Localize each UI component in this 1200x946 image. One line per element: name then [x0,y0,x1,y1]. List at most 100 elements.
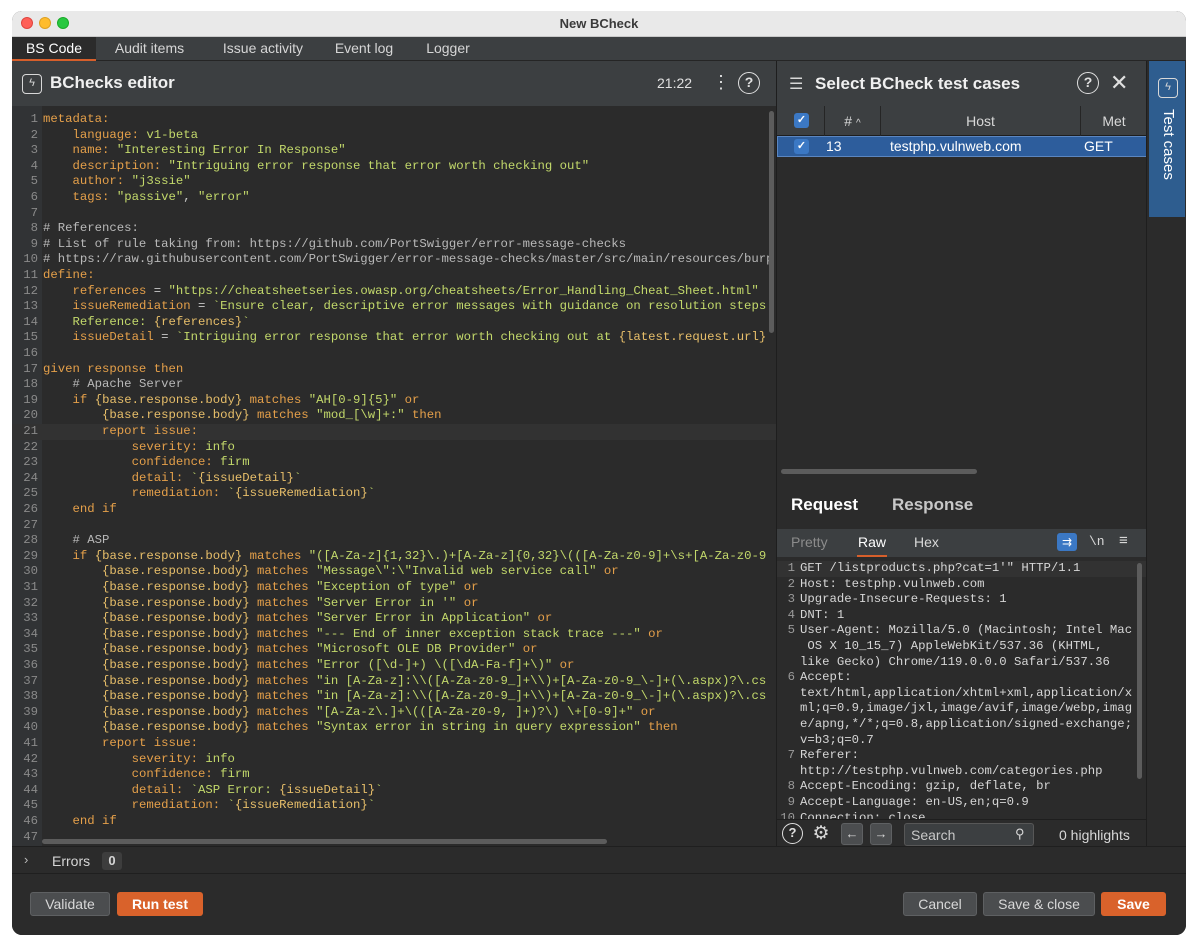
table-row[interactable]: ✓ 13 testphp.vulnweb.com GET [777,136,1147,157]
help-icon[interactable]: ? [782,823,803,844]
code-line: 36 {base.response.body} matches "Error (… [12,658,776,674]
request-line-text: text/html,application/xhtml+xml,applicat… [800,685,1133,700]
newline-toggle[interactable]: \n [1089,534,1105,549]
request-editor[interactable]: 1 GET /listproducts.php?cat=1'" HTTP/1.1 2… [777,557,1147,819]
code-editor[interactable]: 1 metadata: 2 language: v1-beta 3 name: "In… [12,106,776,846]
row-method: GET [1084,138,1113,154]
editor-horizontal-scrollbar[interactable] [42,839,607,844]
code-line: 12 references = "https://cheatsheetserie… [12,284,776,300]
tab-logger[interactable]: Logger [418,37,478,61]
code-line: 5 author: "j3ssie" [12,174,776,190]
select-all-checkbox[interactable]: ✓ [794,113,809,128]
request-line: http://testphp.vulnweb.com/categories.ph… [777,764,1147,780]
editor-vertical-scrollbar[interactable] [769,111,774,333]
code-text: {base.response.body} matches "in [A-Za-z… [102,689,767,704]
tab-bs-code[interactable]: BS Code [12,37,96,61]
request-line-number: 3 [787,592,795,607]
close-icon[interactable]: ✕ [1110,70,1128,96]
code-text: remediation: `{issueRemediation}` [131,486,376,501]
request-vertical-scrollbar[interactable] [1137,563,1142,779]
code-line: 37 {base.response.body} matches "in [A-Z… [12,674,776,690]
line-number: 7 [30,205,38,220]
test-cases-pane: ☰ Select BCheck test cases ? ✕ ✓ # ^ Hos… [776,61,1147,846]
column-header-host[interactable]: Host [881,106,1081,136]
tab-request[interactable]: Request [791,495,858,515]
tab-raw[interactable]: Raw [857,534,887,557]
row-checkbox[interactable]: ✓ [794,139,809,154]
editor-header: ϟ BChecks editor 21:22 ⋮ ? [12,61,776,106]
request-line: e/apng,*/*;q=0.8,application/signed-exch… [777,717,1147,733]
request-line: 7 Referer: [777,748,1147,764]
test-cases-table: ✓ # ^ Host Met ✓ 13 testphp.vulnweb.com … [777,106,1147,478]
code-line: 42 severity: info [12,752,776,768]
help-icon[interactable]: ? [1077,72,1099,94]
code-text: detail: `{issueDetail}` [131,470,302,485]
request-line: like Gecko) Chrome/119.0.0.0 Safari/537.… [777,655,1147,671]
line-number: 28 [23,533,38,548]
code-line: 44 detail: `ASP Error: {issueDetail}` [12,783,776,799]
request-line: v=b3;q=0.7 [777,733,1147,749]
request-line-number: 1 [787,561,795,575]
code-text: name: "Interesting Error In Response" [72,143,346,158]
side-tab-label: Test cases [1160,109,1177,180]
code-line: 17 given response then [12,362,776,378]
action-bar: Validate Run test Cancel Save & close Sa… [12,874,1186,935]
test-cases-title: Select BCheck test cases [815,74,1021,93]
code-line: 27 [12,518,776,534]
line-number: 14 [23,314,38,329]
line-number: 24 [23,470,38,485]
more-options-icon[interactable]: ⋮ [712,72,730,92]
request-line: 2 Host: testphp.vulnweb.com [777,577,1147,593]
word-wrap-icon[interactable]: ⇉ [1057,533,1077,551]
code-text: end if [72,814,117,828]
code-line: 38 {base.response.body} matches "in [A-Z… [12,689,776,705]
sort-ascending-icon: ^ [855,118,861,129]
line-number: 6 [30,190,38,204]
next-arrow-icon[interactable]: → [870,823,892,845]
validate-button[interactable]: Validate [30,892,110,916]
code-text: {base.response.body} matches "in [A-Za-z… [102,673,767,688]
column-header-number[interactable]: # ^ [825,106,881,136]
run-test-button[interactable]: Run test [117,892,203,916]
cancel-button[interactable]: Cancel [903,892,977,916]
code-line: 6 tags: "passive", "error" [12,190,776,206]
line-number: 25 [23,486,38,501]
request-line-text: User-Agent: Mozilla/5.0 (Macintosh; Inte… [800,623,1133,638]
tab-pretty[interactable]: Pretty [791,534,828,557]
menu-icon[interactable]: ≡ [1119,532,1128,549]
previous-arrow-icon[interactable]: ← [841,823,863,845]
tab-issue-activity[interactable]: Issue activity [210,37,316,61]
code-line: 22 severity: info [12,440,776,456]
code-text: {base.response.body} matches "Microsoft … [102,642,538,657]
tab-event-log[interactable]: Event log [328,37,400,61]
code-text: # References: [43,221,139,236]
save-close-button[interactable]: Save & close [983,892,1095,916]
save-button[interactable]: Save [1101,892,1166,916]
code-line: 8 # References: [12,221,776,237]
tab-response[interactable]: Response [892,495,973,515]
code-line: 20 {base.response.body} matches "mod_[\w… [12,408,776,424]
code-line: 39 {base.response.body} matches "[A-Za-z… [12,705,776,721]
bcheck-icon: ϟ [1158,78,1178,98]
code-line: 26 end if [12,502,776,518]
test-cases-header: ☰ Select BCheck test cases ? ✕ [777,61,1147,106]
code-line: 21 report issue: [12,424,776,440]
table-horizontal-scrollbar[interactable] [781,469,977,474]
errors-bar[interactable]: › Errors 0 [12,846,1186,874]
request-line-text: Accept: [800,670,852,685]
settings-gear-icon[interactable]: ⚙ [810,823,832,845]
column-header-method[interactable]: Met [1081,106,1147,136]
request-line-number: 8 [787,779,795,794]
side-tab-test-cases[interactable]: ϟ Test cases [1149,61,1185,217]
help-icon[interactable]: ? [738,72,760,94]
line-number: 26 [23,502,38,516]
chevron-right-icon[interactable]: › [24,852,28,867]
tab-hex[interactable]: Hex [914,534,939,557]
request-line-text: DNT: 1 [800,607,845,622]
side-tab-strip: ϟ Test cases [1146,61,1186,846]
tab-audit-items[interactable]: Audit items [104,37,195,61]
code-text: severity: info [131,439,235,454]
line-number: 39 [23,704,38,719]
line-number: 31 [23,580,38,594]
request-line-text: GET /listproducts.php?cat=1'" HTTP/1.1 [800,561,1081,575]
